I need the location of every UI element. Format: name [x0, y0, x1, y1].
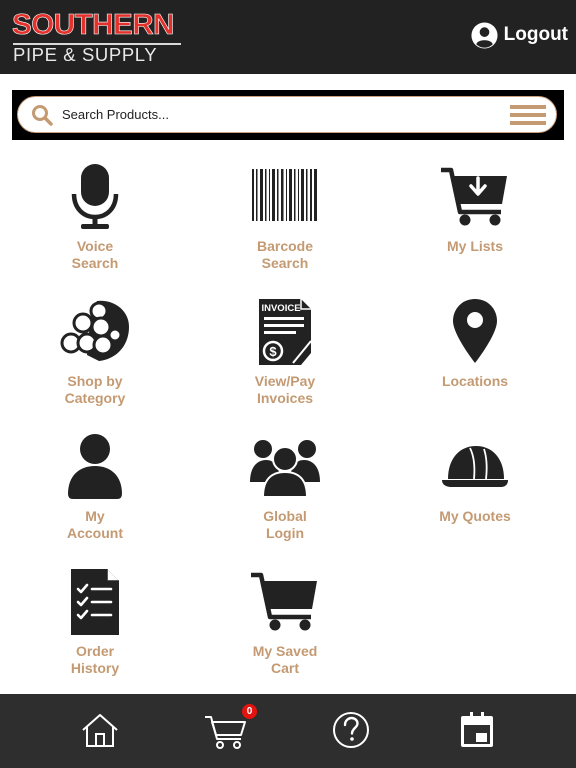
barcode-search-label: Barcode Search — [256, 238, 314, 271]
map-pin-icon — [453, 299, 497, 363]
my-quotes-label: My Quotes — [439, 508, 511, 524]
user-circle-icon — [471, 21, 498, 49]
global-login-label: Global Login — [263, 508, 307, 541]
my-saved-cart-button[interactable]: My Saved Cart — [210, 567, 360, 676]
barcode-icon — [252, 169, 317, 221]
shop-by-category-label: Shop by Category — [64, 373, 126, 406]
my-account-button[interactable]: My Account — [20, 432, 170, 541]
logo-wordmark-top: SOUTHERN — [12, 9, 175, 42]
barcode-search-button[interactable]: Barcode Search — [210, 162, 360, 271]
cart-icon — [251, 572, 317, 631]
my-lists-button[interactable]: My Lists — [400, 162, 550, 255]
shop-by-category-button[interactable]: Shop by Category — [20, 297, 170, 406]
my-lists-label: My Lists — [446, 238, 503, 254]
calendar-icon[interactable] — [455, 708, 499, 752]
help-icon[interactable] — [329, 708, 373, 752]
view-pay-invoices-label: View/Pay Invoices — [254, 373, 316, 406]
locations-label: Locations — [441, 373, 509, 389]
order-history-button[interactable]: Order History — [20, 567, 170, 676]
search-bar — [17, 96, 557, 133]
order-history-label: Order History — [70, 643, 120, 676]
user-icon — [68, 434, 122, 499]
company-logo: SOUTHERN PIPE & SUPPLY — [12, 9, 184, 65]
view-pay-invoices-button[interactable]: INVOICE $ View/Pay Invoices — [210, 297, 360, 406]
home-icon[interactable] — [78, 708, 122, 752]
invoice-heading-text: INVOICE — [261, 303, 300, 314]
my-saved-cart-label: My Saved Cart — [252, 643, 318, 676]
bottom-tab-bar — [0, 694, 576, 768]
cart-count-badge: 0 — [242, 704, 257, 719]
hard-hat-icon — [442, 446, 508, 487]
search-container — [12, 90, 564, 140]
users-group-icon — [250, 440, 320, 498]
my-account-label: My Account — [67, 508, 123, 541]
voice-search-button[interactable]: Voice Search — [20, 162, 170, 271]
app-header: SOUTHERN PIPE & SUPPLY Logout — [0, 0, 576, 74]
search-input[interactable] — [62, 102, 482, 126]
checklist-icon — [71, 569, 119, 635]
invoice-icon: INVOICE $ — [259, 299, 312, 365]
voice-search-label: Voice Search — [71, 238, 119, 271]
logo-wordmark-bottom: PIPE & SUPPLY — [13, 44, 158, 65]
microphone-icon — [71, 164, 119, 229]
dollar-symbol-text: $ — [269, 344, 277, 359]
cart-download-icon — [441, 167, 507, 226]
menu-icon[interactable] — [510, 104, 546, 126]
locations-button[interactable]: Locations — [400, 297, 550, 390]
logout-label: Logout — [503, 24, 568, 45]
pipes-icon — [60, 300, 129, 361]
logout-button[interactable]: Logout — [470, 20, 568, 50]
global-login-button[interactable]: Global Login — [210, 432, 360, 541]
my-quotes-button[interactable]: My Quotes — [400, 432, 550, 525]
search-icon[interactable] — [30, 103, 54, 127]
